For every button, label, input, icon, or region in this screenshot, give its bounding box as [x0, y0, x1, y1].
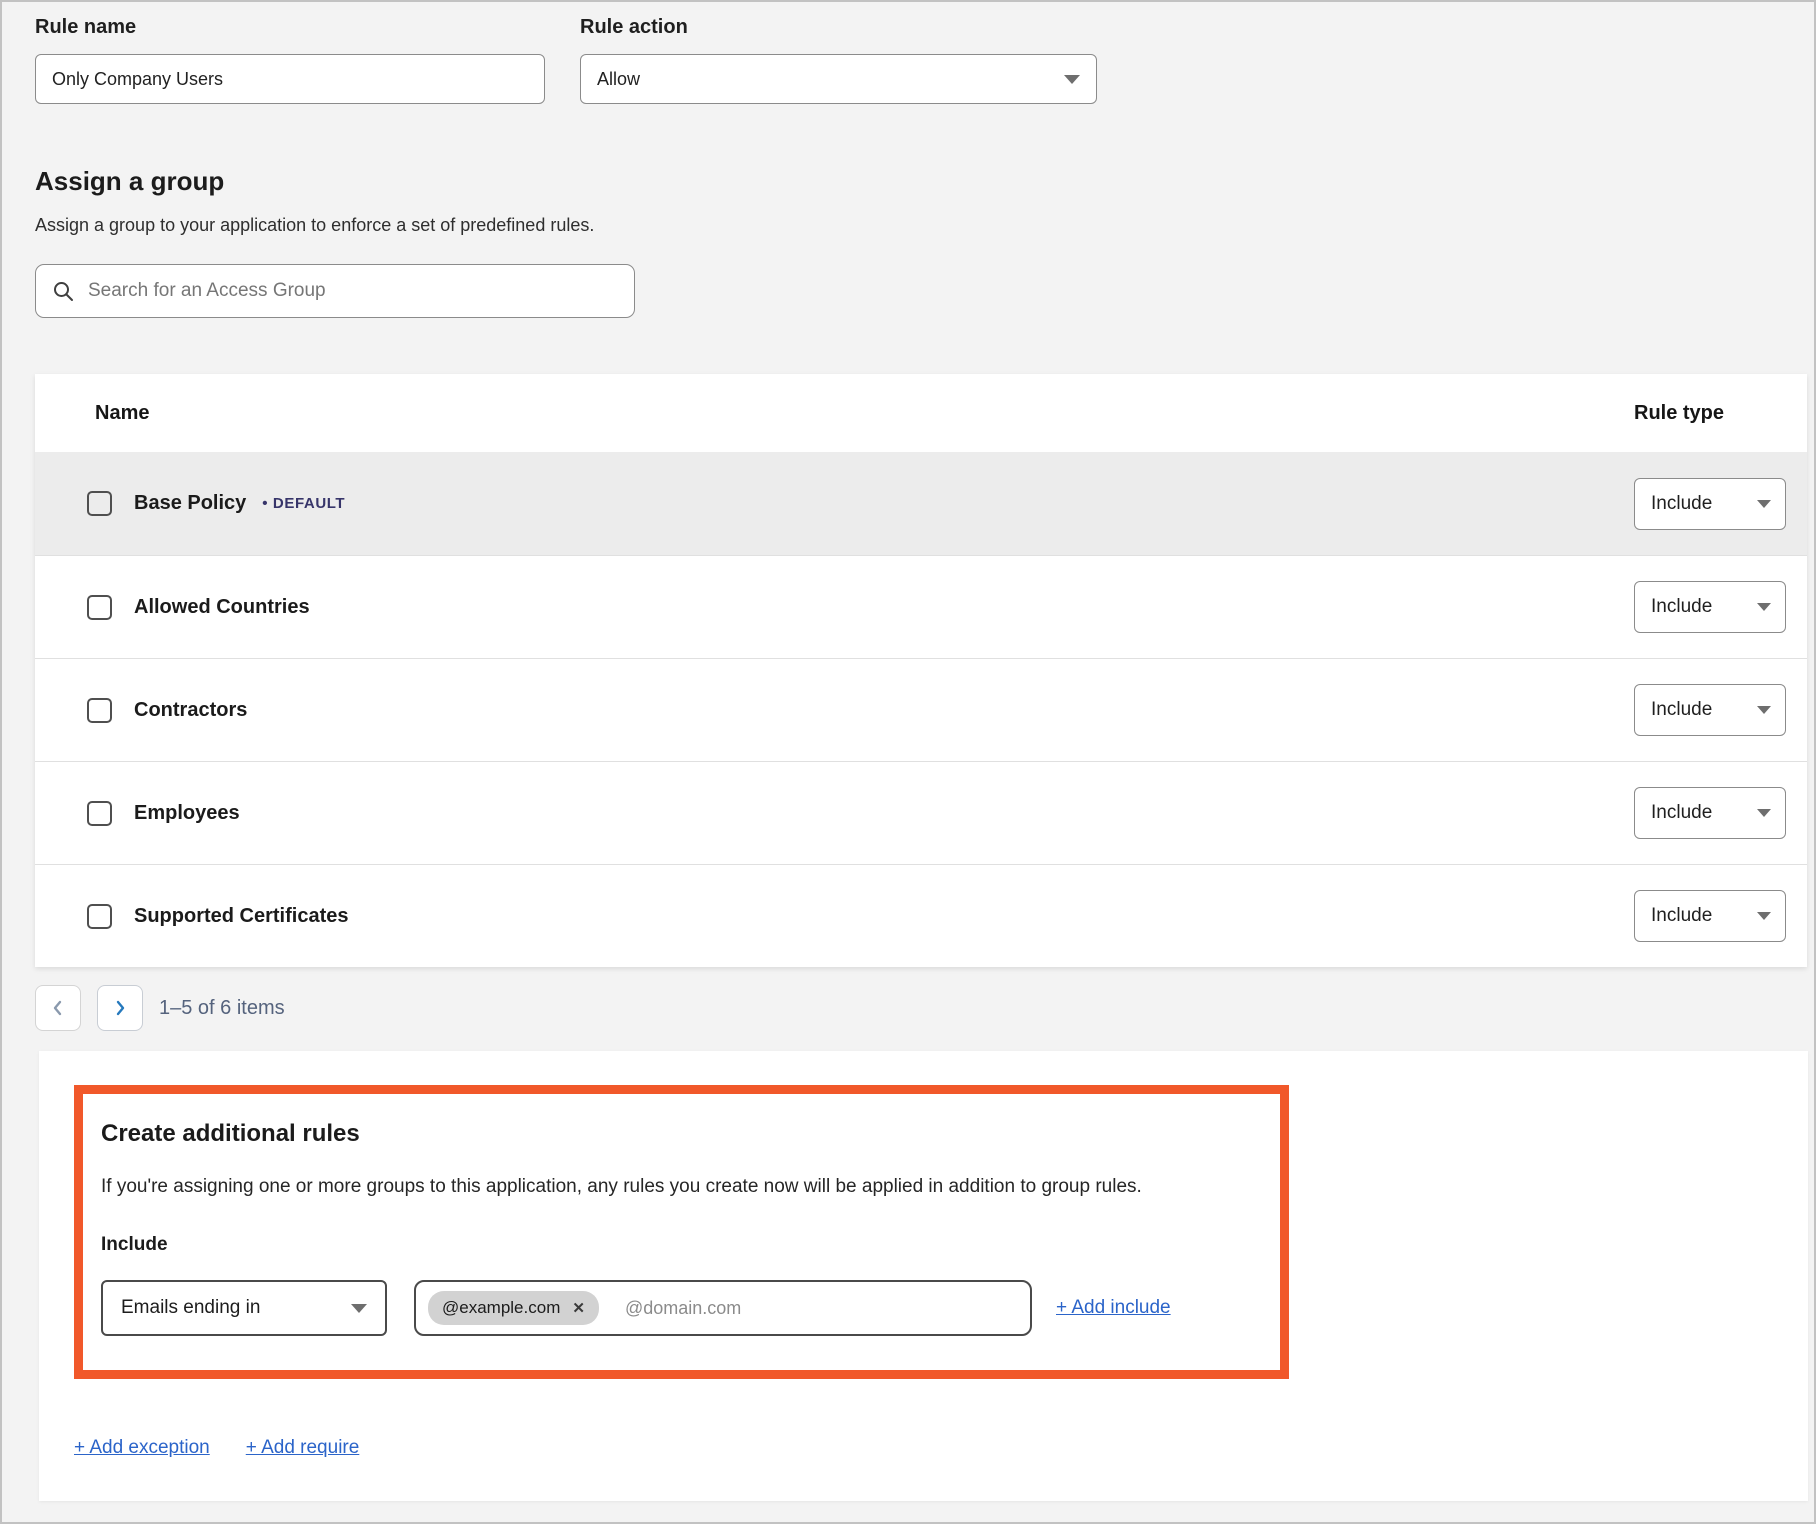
search-icon — [52, 280, 74, 302]
email-tag: @example.com ✕ — [428, 1291, 599, 1325]
rule-action-select[interactable]: Allow — [580, 54, 1097, 104]
row-name: Base Policy — [134, 492, 246, 515]
rule-type-select[interactable]: Include — [1634, 581, 1786, 633]
access-groups-table: Name Rule type Base Policy • DEFAULT Inc… — [35, 374, 1807, 967]
table-row: Employees Include — [35, 761, 1807, 864]
rule-name-input[interactable] — [35, 54, 545, 104]
row-right: Include — [1634, 890, 1807, 942]
chevron-right-icon — [113, 999, 127, 1017]
row-checkbox[interactable] — [87, 698, 112, 723]
table-row: Base Policy • DEFAULT Include — [35, 452, 1807, 555]
row-left: Base Policy • DEFAULT — [35, 491, 1634, 516]
footer-links: + Add exception + Add require — [74, 1437, 1808, 1459]
assign-group-heading: Assign a group — [35, 166, 1814, 197]
rule-type-select[interactable]: Include — [1634, 787, 1786, 839]
chevron-down-icon — [1757, 912, 1771, 920]
access-rule-page: Rule name Rule action Allow Assign a gro… — [0, 0, 1816, 1524]
column-header-rule-type: Rule type — [1634, 402, 1807, 425]
include-label: Include — [101, 1234, 1256, 1256]
chevron-down-icon — [1757, 500, 1771, 508]
rule-type-select[interactable]: Include — [1634, 684, 1786, 736]
email-tag-value: @example.com — [442, 1298, 560, 1318]
annotation-highlight-box: Create additional rules If you're assign… — [74, 1085, 1289, 1379]
add-exception-link[interactable]: + Add exception — [74, 1437, 210, 1459]
rule-type-value: Include — [1651, 596, 1712, 618]
row-checkbox[interactable] — [87, 491, 112, 516]
row-right: Include — [1634, 787, 1807, 839]
email-tags-input-box[interactable]: @example.com ✕ — [414, 1280, 1032, 1336]
column-header-name: Name — [35, 402, 1634, 425]
add-require-link[interactable]: + Add require — [246, 1437, 360, 1459]
row-name: Contractors — [134, 699, 247, 722]
rule-form: Rule name Rule action Allow — [2, 2, 1814, 104]
row-right: Include — [1634, 478, 1807, 530]
access-group-search-box — [35, 264, 635, 318]
table-row: Allowed Countries Include — [35, 555, 1807, 658]
rule-type-value: Include — [1651, 699, 1712, 721]
rule-type-value: Include — [1651, 905, 1712, 927]
row-name: Employees — [134, 802, 240, 825]
rule-name-field-group: Rule name — [35, 16, 545, 104]
tag-remove-icon[interactable]: ✕ — [572, 1301, 585, 1316]
row-name: Allowed Countries — [134, 596, 310, 619]
row-name: Supported Certificates — [134, 905, 348, 928]
pagination-prev-button[interactable] — [35, 985, 81, 1031]
row-checkbox[interactable] — [87, 801, 112, 826]
add-include-link[interactable]: + Add include — [1056, 1297, 1171, 1319]
rule-type-select[interactable]: Include — [1634, 890, 1786, 942]
row-left: Employees — [35, 801, 1634, 826]
rule-action-label: Rule action — [580, 16, 1097, 39]
table-row: Contractors Include — [35, 658, 1807, 761]
chevron-down-icon — [1757, 706, 1771, 714]
row-checkbox[interactable] — [87, 904, 112, 929]
additional-rules-card: Create additional rules If you're assign… — [39, 1051, 1808, 1501]
rule-type-value: Include — [1651, 493, 1712, 515]
email-domain-input[interactable] — [625, 1298, 1018, 1319]
chevron-left-icon — [51, 999, 65, 1017]
row-right: Include — [1634, 684, 1807, 736]
assign-group-description: Assign a group to your application to en… — [35, 215, 1814, 236]
pagination-next-button[interactable] — [97, 985, 143, 1031]
rule-name-label: Rule name — [35, 16, 545, 39]
rule-action-field-group: Rule action Allow — [580, 16, 1097, 104]
include-rule-row: Emails ending in @example.com ✕ + Add in… — [101, 1280, 1256, 1336]
row-left: Contractors — [35, 698, 1634, 723]
access-group-search-input[interactable] — [88, 280, 618, 302]
rule-action-value: Allow — [597, 69, 640, 90]
chevron-down-icon — [1757, 809, 1771, 817]
table-row: Supported Certificates Include — [35, 864, 1807, 967]
chevron-down-icon — [351, 1304, 367, 1313]
pagination-status: 1–5 of 6 items — [159, 997, 285, 1020]
pagination: 1–5 of 6 items — [35, 985, 1814, 1031]
rule-type-value: Include — [1651, 802, 1712, 824]
rule-type-select[interactable]: Include — [1634, 478, 1786, 530]
email-condition-value: Emails ending in — [121, 1297, 260, 1319]
chevron-down-icon — [1064, 75, 1080, 84]
additional-rules-description: If you're assigning one or more groups t… — [101, 1176, 1256, 1198]
email-condition-select[interactable]: Emails ending in — [101, 1280, 387, 1336]
row-checkbox[interactable] — [87, 595, 112, 620]
table-header: Name Rule type — [35, 374, 1807, 452]
row-left: Supported Certificates — [35, 904, 1634, 929]
create-additional-rules-heading: Create additional rules — [101, 1120, 1256, 1148]
chevron-down-icon — [1757, 603, 1771, 611]
row-left: Allowed Countries — [35, 595, 1634, 620]
default-badge: • DEFAULT — [262, 495, 345, 512]
row-right: Include — [1634, 581, 1807, 633]
